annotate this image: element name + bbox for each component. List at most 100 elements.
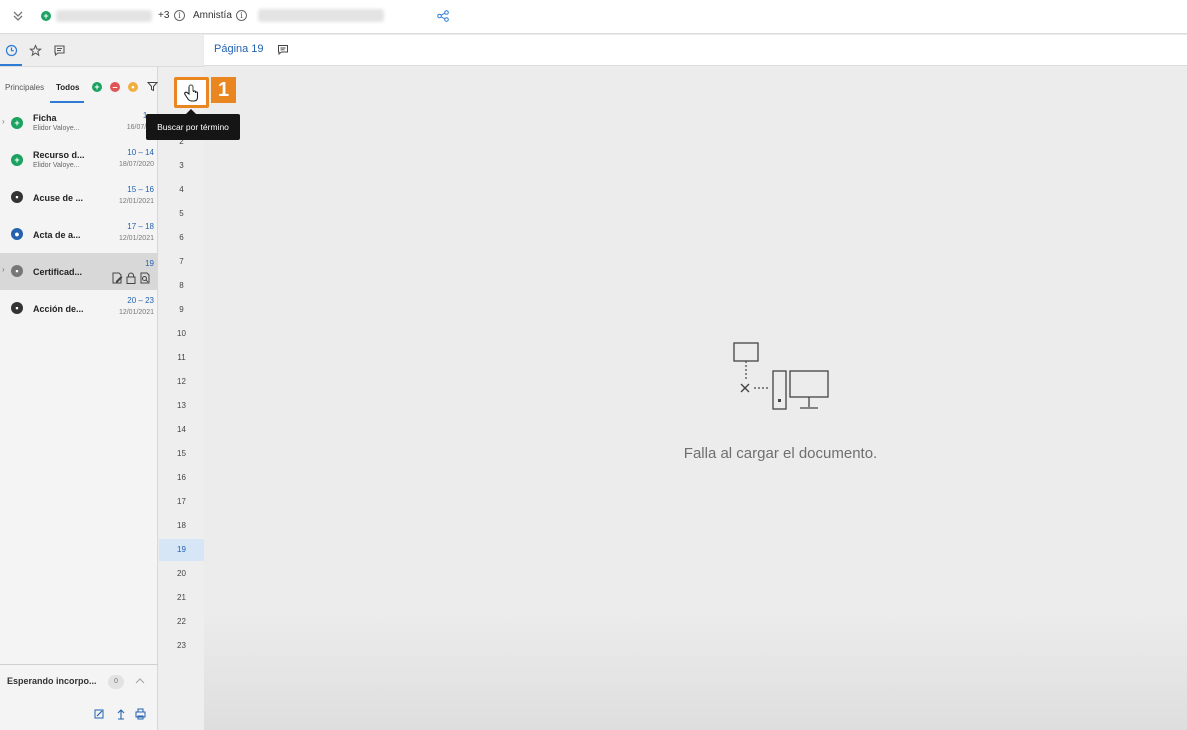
extra-count[interactable]: +3 (158, 10, 169, 21)
page-range: 10 – 14 (127, 148, 154, 157)
clock-icon[interactable] (5, 44, 18, 57)
page-number-5[interactable]: 5 (159, 203, 204, 225)
filter-bar: Principales Todos + – • (0, 67, 158, 105)
tab-todos[interactable]: Todos (56, 83, 79, 92)
top-bar: + +3 i Amnistía i (0, 0, 1187, 34)
document-icon: ▪ (11, 191, 23, 203)
page-number-3[interactable]: 3 (159, 155, 204, 177)
redacted-case-name (56, 10, 152, 22)
remove-circle-icon[interactable]: – (110, 82, 120, 92)
chevron-up-icon[interactable] (134, 675, 146, 687)
share-network-icon[interactable] (437, 10, 449, 22)
document-title: Certificad... (33, 267, 83, 277)
hand-pointer-icon (184, 84, 199, 102)
connection-failed-illustration (733, 342, 829, 410)
page-number-19[interactable]: 19 (159, 539, 204, 561)
document-author: Elidor Valoye... (33, 162, 80, 169)
page-range: 17 – 18 (127, 222, 154, 231)
tooltip: Buscar por término (146, 114, 240, 140)
document-author: Elidor Valoye... (33, 125, 80, 132)
waiting-label: Esperando incorpo... (7, 676, 97, 686)
document-row[interactable]: › + Ficha Elidor Valoye... 1 – 16/07/20 (0, 105, 158, 142)
document-row-selected[interactable]: › ▪ Certificad... 19 (0, 253, 158, 290)
document-row[interactable]: ▪ Acción de... 20 – 23 12/01/2021 (0, 290, 158, 327)
person-icon: ● (11, 228, 23, 240)
page-number-17[interactable]: 17 (159, 491, 204, 513)
document-actions (112, 272, 150, 284)
page-thumbnails-column: 2 3 4 5 6 7 8 9 10 11 12 13 14 15 16 17 18 19 20 21 22 23 (159, 67, 204, 730)
document-panel: Principales Todos + – • › + Ficha Elidor… (0, 67, 158, 730)
document-list: › + Ficha Elidor Valoye... 1 – 16/07/20 … (0, 105, 158, 327)
edit-document-icon[interactable] (112, 272, 123, 284)
warning-circle-icon[interactable]: • (128, 82, 138, 92)
page-number-22[interactable]: 22 (159, 611, 204, 633)
page-number-15[interactable]: 15 (159, 443, 204, 465)
page-number-9[interactable]: 9 (159, 299, 204, 321)
document-row[interactable]: ● Acta de a... 17 – 18 12/01/2021 (0, 216, 158, 253)
document-date: 12/01/2021 (118, 235, 154, 242)
page-number-23[interactable]: 23 (159, 635, 204, 657)
case-type-label: Amnistía (193, 10, 232, 21)
document-date: 12/01/2021 (118, 198, 154, 205)
page-number-7[interactable]: 7 (159, 251, 204, 273)
page-range: 15 – 16 (127, 185, 154, 194)
search-document-icon[interactable] (140, 272, 150, 284)
document-row[interactable]: + Recurso d... Elidor Valoye... 10 – 14 … (0, 142, 158, 179)
document-icon: ▪ (11, 302, 23, 314)
add-circle-icon: + (11, 117, 23, 129)
document-viewer: Falla al cargar el documento. (204, 66, 1187, 730)
current-page-label: Página 19 (214, 43, 264, 55)
bottom-toolbar (94, 708, 146, 720)
upload-icon[interactable] (117, 709, 125, 720)
chevron-right-icon[interactable]: › (2, 117, 5, 126)
tab-principales[interactable]: Principales (5, 83, 44, 92)
print-icon[interactable] (135, 708, 146, 720)
page-number-12[interactable]: 12 (159, 371, 204, 393)
redacted-case-detail (258, 9, 384, 22)
comment-icon[interactable] (277, 44, 289, 56)
edit-icon[interactable] (94, 709, 104, 719)
page-range: 19 (145, 259, 154, 268)
page-number-16[interactable]: 16 (159, 467, 204, 489)
page-number-4[interactable]: 4 (159, 179, 204, 201)
page-number-14[interactable]: 14 (159, 419, 204, 441)
chevron-right-icon[interactable]: › (2, 265, 5, 274)
waiting-section[interactable]: Esperando incorpo... 0 (0, 664, 158, 698)
active-filter-indicator (50, 101, 84, 103)
left-panel-tabs (0, 35, 204, 67)
page-number-11[interactable]: 11 (159, 347, 204, 369)
document-date: 18/07/2020 (118, 161, 154, 168)
document-title: Recurso d... (33, 150, 85, 160)
add-circle-icon[interactable]: + (41, 11, 51, 21)
document-icon: ▪ (11, 265, 23, 277)
page-number-18[interactable]: 18 (159, 515, 204, 537)
page-range: 20 – 23 (127, 296, 154, 305)
lock-icon[interactable] (126, 272, 136, 284)
search-term-button[interactable] (174, 77, 209, 108)
step-number-badge: 1 (211, 77, 236, 103)
document-row[interactable]: ▪ Acuse de ... 15 – 16 12/01/2021 (0, 179, 158, 216)
info-icon[interactable]: i (236, 10, 247, 21)
waiting-count-badge: 0 (108, 675, 124, 689)
filter-icon[interactable] (147, 81, 158, 92)
page-number-10[interactable]: 10 (159, 323, 204, 345)
comment-icon[interactable] (53, 44, 66, 57)
document-title: Acta de a... (33, 230, 81, 240)
page-number-20[interactable]: 20 (159, 563, 204, 585)
page-number-13[interactable]: 13 (159, 395, 204, 417)
viewer-header: Página 19 (204, 35, 1187, 66)
page-number-21[interactable]: 21 (159, 587, 204, 609)
add-circle-icon: + (11, 154, 23, 166)
load-error-message: Falla al cargar el documento. (683, 445, 878, 462)
active-tab-indicator (0, 64, 22, 66)
document-title: Acción de... (33, 304, 84, 314)
double-chevron-down-icon[interactable] (11, 9, 25, 23)
add-circle-icon[interactable]: + (92, 82, 102, 92)
document-title: Acuse de ... (33, 193, 84, 203)
page-number-6[interactable]: 6 (159, 227, 204, 249)
document-title: Ficha (33, 113, 57, 123)
info-icon[interactable]: i (174, 10, 185, 21)
star-icon[interactable] (29, 44, 42, 57)
document-date: 12/01/2021 (118, 309, 154, 316)
page-number-8[interactable]: 8 (159, 275, 204, 297)
